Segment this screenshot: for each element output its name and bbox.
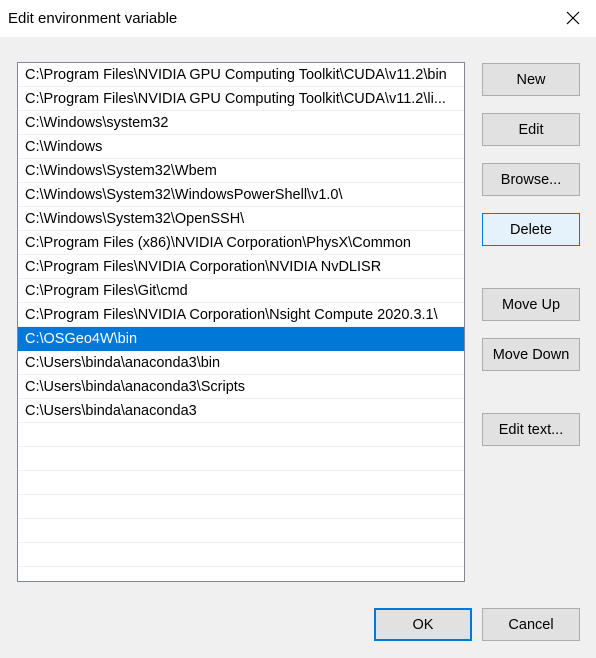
new-button[interactable]: New [482, 63, 580, 96]
close-button[interactable] [558, 4, 588, 32]
browse-button[interactable]: Browse... [482, 163, 580, 196]
empty-list-row[interactable] [18, 471, 464, 495]
empty-list-row[interactable] [18, 495, 464, 519]
edit-text-button[interactable]: Edit text... [482, 413, 580, 446]
move-up-button[interactable]: Move Up [482, 288, 580, 321]
list-item[interactable]: C:\Program Files\NVIDIA GPU Computing To… [18, 63, 464, 87]
cancel-button[interactable]: Cancel [482, 608, 580, 641]
list-item[interactable]: C:\Windows\System32\WindowsPowerShell\v1… [18, 183, 464, 207]
delete-button[interactable]: Delete [482, 213, 580, 246]
list-item[interactable]: C:\Windows [18, 135, 464, 159]
empty-list-row[interactable] [18, 543, 464, 567]
list-item[interactable]: C:\Program Files\NVIDIA GPU Computing To… [18, 87, 464, 111]
list-item[interactable]: C:\Program Files\NVIDIA Corporation\Nsig… [18, 303, 464, 327]
list-item[interactable]: C:\Users\binda\anaconda3\bin [18, 351, 464, 375]
list-item[interactable]: C:\Windows\system32 [18, 111, 464, 135]
list-item[interactable]: C:\OSGeo4W\bin [18, 327, 464, 351]
list-item[interactable]: C:\Users\binda\anaconda3 [18, 399, 464, 423]
edit-button[interactable]: Edit [482, 113, 580, 146]
list-item[interactable]: C:\Program Files\Git\cmd [18, 279, 464, 303]
empty-list-row[interactable] [18, 423, 464, 447]
empty-list-row[interactable] [18, 519, 464, 543]
list-item[interactable]: C:\Windows\System32\OpenSSH\ [18, 207, 464, 231]
list-item[interactable]: C:\Program Files (x86)\NVIDIA Corporatio… [18, 231, 464, 255]
empty-list-row[interactable] [18, 447, 464, 471]
list-item[interactable]: C:\Program Files\NVIDIA Corporation\NVID… [18, 255, 464, 279]
path-listbox[interactable]: C:\Program Files\NVIDIA GPU Computing To… [17, 62, 465, 582]
close-icon [566, 11, 580, 25]
ok-button[interactable]: OK [374, 608, 472, 641]
title-bar: Edit environment variable [0, 0, 596, 37]
window-title: Edit environment variable [8, 10, 178, 27]
list-item[interactable]: C:\Users\binda\anaconda3\Scripts [18, 375, 464, 399]
move-down-button[interactable]: Move Down [482, 338, 580, 371]
list-item[interactable]: C:\Windows\System32\Wbem [18, 159, 464, 183]
